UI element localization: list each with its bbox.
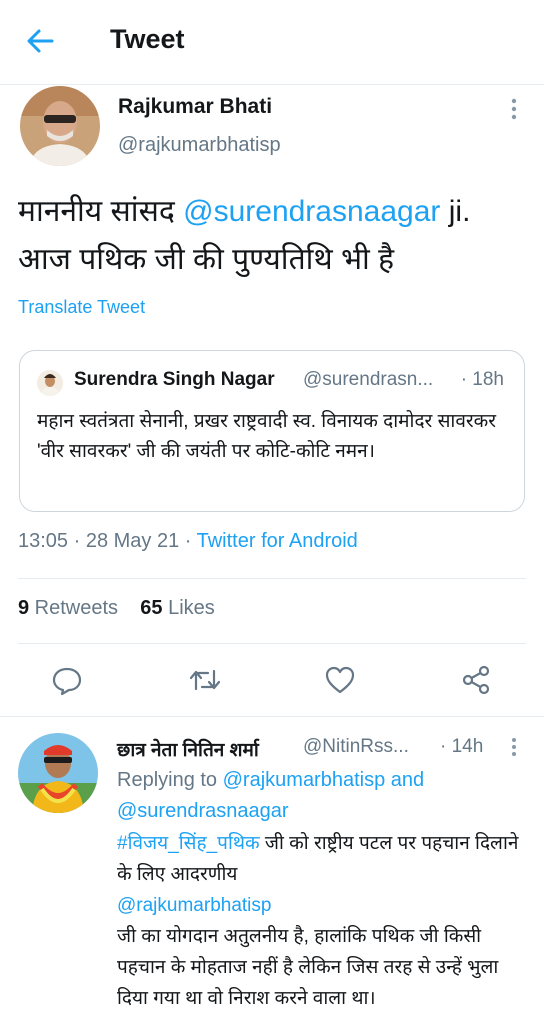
share-icon bbox=[462, 665, 490, 695]
replying-to-user-link[interactable]: @rajkumarbhatisp bbox=[223, 769, 386, 791]
divider bbox=[0, 716, 544, 717]
tweet-detail-screen: Tweet Rajkumar Bhati @rajkumarbhatisp मा… bbox=[0, 0, 544, 1024]
reply-mention-link[interactable]: @rajkumarbhatisp bbox=[117, 895, 271, 916]
reply-author-handle[interactable]: @NitinRss... bbox=[303, 736, 431, 758]
more-vertical-icon bbox=[512, 738, 516, 756]
reply-button[interactable] bbox=[50, 663, 84, 697]
avatar-photo bbox=[18, 733, 98, 813]
tweet-source-link[interactable]: Twitter for Android bbox=[197, 530, 358, 552]
reply-timestamp: · 14h bbox=[440, 736, 484, 757]
author-name[interactable]: Rajkumar Bhati bbox=[118, 95, 272, 119]
more-vertical-icon bbox=[511, 98, 517, 120]
like-icon bbox=[325, 666, 355, 694]
reply-icon bbox=[52, 667, 82, 696]
replying-to-user-link[interactable]: @surendrasnaagar bbox=[117, 800, 289, 822]
tweet-text-part: माननीय सांसद bbox=[18, 195, 184, 228]
retweet-icon bbox=[189, 669, 221, 691]
page-title: Tweet bbox=[110, 24, 185, 54]
reply-author-name[interactable]: छात्र नेता नितिन शर्मा bbox=[117, 736, 259, 762]
quote-text: महान स्वतंत्रता सेनानी, प्रखर राष्ट्रवाद… bbox=[37, 411, 497, 462]
reply-more-options-button[interactable] bbox=[506, 736, 522, 758]
retweets-label: Retweets bbox=[29, 597, 119, 619]
quote-author-name: Surendra Singh Nagar bbox=[74, 369, 275, 390]
translate-tweet-link[interactable]: Translate Tweet bbox=[18, 297, 145, 318]
quote-author-handle: @surendrasn... bbox=[303, 369, 434, 390]
replying-to-and: and bbox=[385, 769, 425, 791]
divider bbox=[18, 643, 526, 644]
avatar-photo bbox=[37, 370, 63, 396]
author-handle[interactable]: @rajkumarbhatisp bbox=[118, 134, 281, 157]
quote-timestamp: · 18h bbox=[460, 369, 504, 390]
hashtag-link[interactable]: #विजय_सिंह_पथिक bbox=[117, 833, 260, 854]
tweet-metadata: 13:05 · 28 May 21 · Twitter for Android bbox=[18, 530, 358, 553]
reply-author-avatar[interactable] bbox=[18, 733, 98, 813]
tweet-mention-link[interactable]: @surendrasnaagar bbox=[183, 195, 440, 228]
author-avatar[interactable] bbox=[20, 86, 100, 166]
retweet-button[interactable] bbox=[188, 663, 222, 697]
avatar-photo bbox=[20, 86, 100, 166]
retweets-stat[interactable]: 9 Retweets bbox=[18, 597, 118, 619]
replying-to-prefix: Replying to bbox=[117, 769, 223, 791]
divider bbox=[18, 578, 526, 579]
reply-text-part: जी का योगदान अतुलनीय है, हालांकि पथिक जी… bbox=[117, 926, 499, 1009]
tweet-text: माननीय सांसद @surendrasnaagar ji. आज पथि… bbox=[18, 188, 528, 284]
back-button[interactable] bbox=[22, 26, 58, 56]
likes-stat[interactable]: 65 Likes bbox=[140, 597, 215, 619]
tweet-timestamp: 13:05 · 28 May 21 · bbox=[18, 530, 197, 552]
quote-author-avatar bbox=[37, 370, 63, 396]
top-app-bar: Tweet bbox=[0, 0, 544, 85]
reply-text: #विजय_सिंह_पथिक जी को राष्ट्रीय पटल पर प… bbox=[117, 828, 532, 1014]
share-button[interactable] bbox=[459, 663, 493, 697]
quoted-tweet-card[interactable]: Surendra Singh Nagar @surendrasn... · 18… bbox=[19, 350, 525, 512]
more-options-button[interactable] bbox=[506, 97, 522, 121]
likes-label: Likes bbox=[162, 597, 215, 619]
arrow-left-icon bbox=[27, 29, 54, 53]
retweets-count: 9 bbox=[18, 597, 30, 619]
like-button[interactable] bbox=[323, 663, 357, 697]
tweet-stats: 9 Retweets 65 Likes bbox=[18, 597, 215, 620]
replying-to-line: Replying to @rajkumarbhatisp and @surendr… bbox=[117, 765, 527, 827]
likes-count: 65 bbox=[140, 597, 163, 619]
